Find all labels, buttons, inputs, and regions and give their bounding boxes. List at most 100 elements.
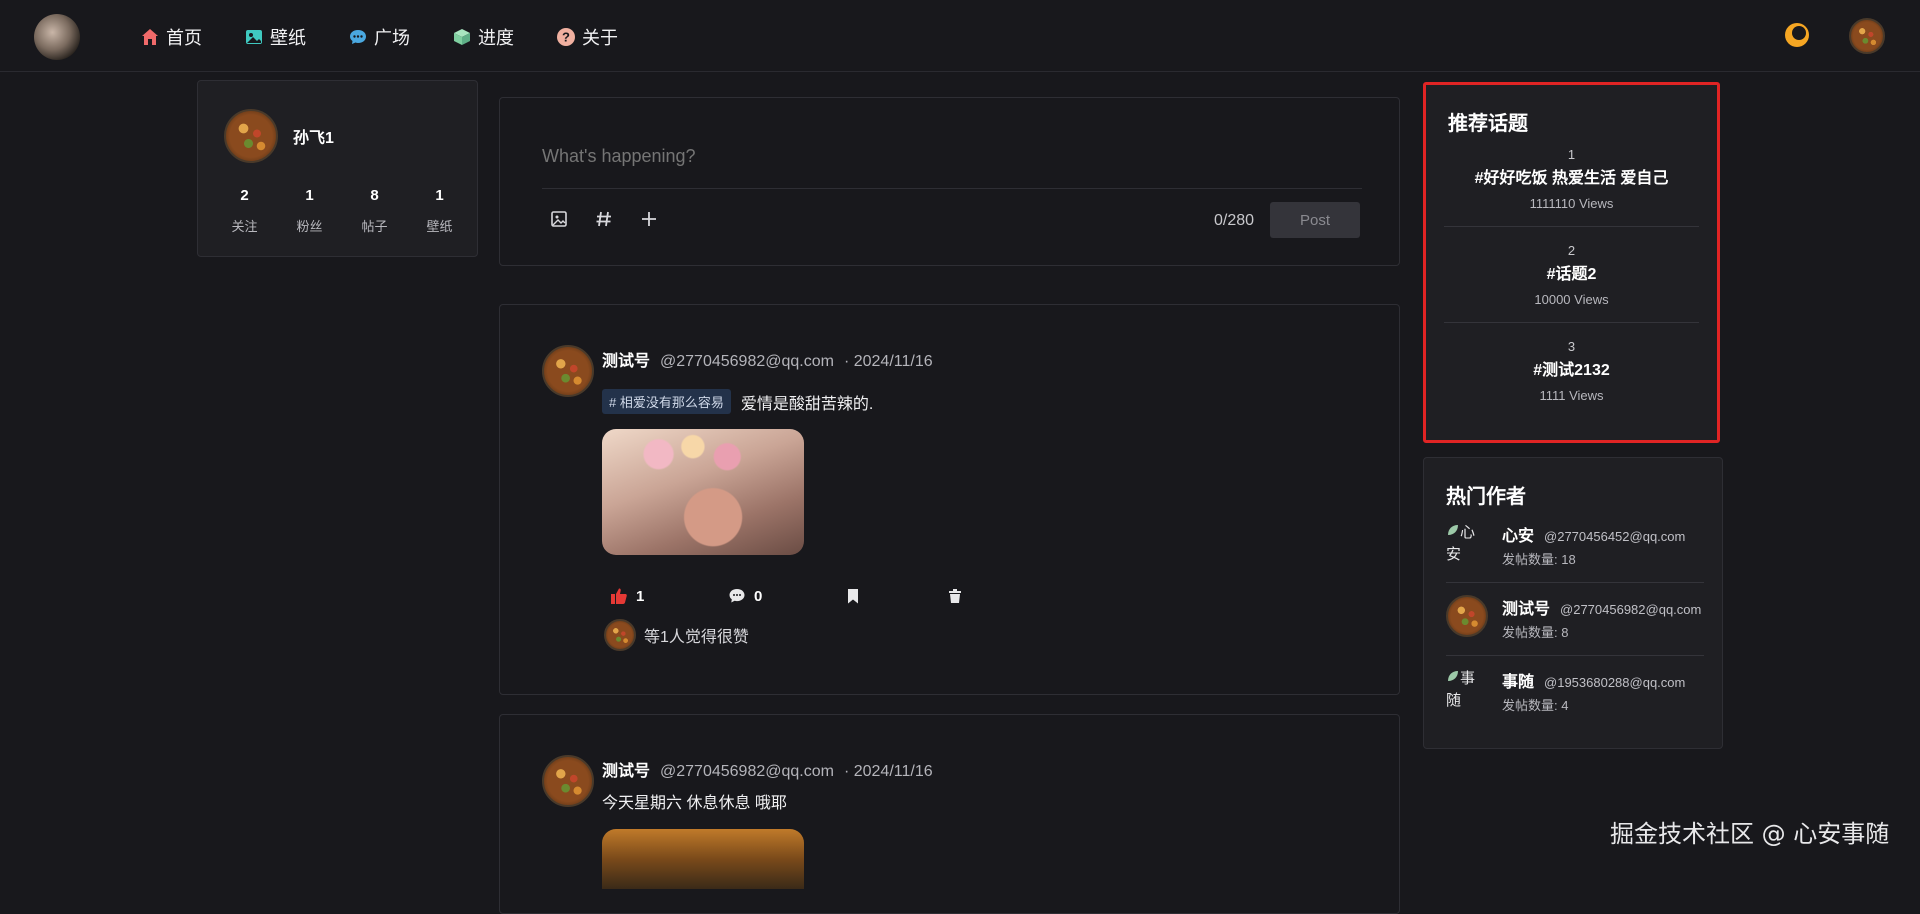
cube-icon [454,29,470,45]
main-nav: 首页 壁纸 广场 进度 ? 关于 [140,22,660,52]
post-author[interactable]: 测试号 [602,347,650,371]
post-text: 今天星期六 休息休息 哦耶 [602,795,787,812]
topic-tag[interactable]: # 相爱没有那么容易 [602,389,731,414]
author-name-text: 心安 [1502,528,1535,545]
card-title: 热门作者 [1446,486,1526,508]
topic-item[interactable]: 3 #测试2132 1111 Views [1444,339,1699,403]
nav-item-wallpaper[interactable]: 壁纸 [244,22,306,52]
trash-icon [949,589,961,603]
divider [1444,226,1699,227]
topic-name: #话题2 [1546,266,1597,283]
nav-item-label: 进度 [478,28,514,48]
card-title: 推荐话题 [1448,113,1528,135]
post-text: 爱情是酸甜苦辣的. [740,395,874,413]
broken-image-icon [1448,671,1458,681]
likers-row: 等1人觉得很赞 [604,619,749,651]
image-upload-icon[interactable] [548,208,570,230]
compose-input[interactable] [542,146,1356,167]
post-handle: @2770456982@qq.com [660,763,834,780]
stat-posts[interactable]: 8 帖子 [342,187,407,235]
profile-stats: 2 关注 1 粉丝 8 帖子 1 壁纸 [198,187,479,235]
author-item[interactable]: 心安 心安 @2770456452@qq.com 发帖数量: 18 [1446,522,1706,576]
plus-icon[interactable] [638,208,660,230]
author-name-text: 测试号 [1502,601,1551,618]
topic-item[interactable]: 1 #好好吃饭 热爱生活 爱自己 1111110 Views [1444,147,1699,211]
like-count: 1 [636,587,645,605]
author-name: 心安 @2770456452@qq.com [1502,522,1685,546]
feed-post: 测试号 @2770456982@qq.com · 2024/11/16 今天星期… [499,714,1400,914]
thumbs-up-icon [611,588,627,604]
stat-value: 1 [435,187,444,204]
nav-item-about[interactable]: ? 关于 [556,22,618,52]
avatar[interactable] [604,619,636,651]
site-logo[interactable] [34,14,80,60]
comment-button[interactable]: 0 [728,587,844,605]
post-date: · 2024/11/16 [843,763,933,780]
topic-rank: 3 [1567,339,1576,354]
char-counter: 0/280 [1214,212,1255,229]
avatar[interactable] [542,755,594,807]
topic-item[interactable]: 2 #话题2 10000 Views [1444,243,1699,307]
topic-rank: 2 [1567,243,1576,258]
author-name-text: 事随 [1502,674,1535,691]
broken-avatar-image: 事随 [1446,668,1486,712]
profile-card: 孙飞1 2 关注 1 粉丝 8 帖子 1 壁纸 [197,80,478,257]
user-avatar[interactable] [1849,18,1885,54]
comment-icon [729,589,745,603]
divider [1446,655,1704,656]
stat-following[interactable]: 2 关注 [212,187,277,235]
topic-name: #测试2132 [1533,362,1610,379]
nav-item-square[interactable]: 广场 [348,22,410,52]
nav-item-progress[interactable]: 进度 [452,22,514,52]
author-post-count: 发帖数量: 18 [1502,552,1576,567]
stat-value: 1 [305,187,314,204]
post-composer: 0/280 Post [499,97,1400,266]
broken-avatar-image: 心安 [1446,522,1486,566]
broken-image-icon [1448,525,1458,535]
watermark: 掘金技术社区 @ 心安事随 [1610,820,1890,848]
avatar [1446,595,1488,637]
divider [542,188,1362,189]
author-name: 事随 @1953680288@qq.com [1502,668,1685,692]
topic-views: 1111110 Views [1529,196,1614,211]
author-post-count: 发帖数量: 8 [1502,625,1569,640]
popular-authors-card: 热门作者 心安 心安 @2770456452@qq.com 发帖数量: 18 测试… [1423,457,1723,749]
post-image[interactable] [602,829,804,889]
image-icon [246,30,262,44]
bookmark-button[interactable] [844,587,946,605]
post-header: 测试号 @2770456982@qq.com · 2024/11/16 [602,347,933,371]
profile-name[interactable]: 孙飞1 [293,124,334,148]
bookmark-icon [848,589,858,604]
nav-item-label: 关于 [582,28,618,48]
recommended-topics-card: 推荐话题 1 #好好吃饭 热爱生活 爱自己 1111110 Views 2 #话… [1423,82,1720,443]
question-icon: ? [557,28,575,46]
home-icon [142,29,158,45]
post-author[interactable]: 测试号 [602,757,650,781]
topic-views: 10000 Views [1534,292,1609,307]
author-item[interactable]: 事随 事随 @1953680288@qq.com 发帖数量: 4 [1446,668,1706,722]
like-button[interactable]: 1 [610,587,728,605]
nav-item-label: 首页 [166,28,202,48]
stat-wallpapers[interactable]: 1 壁纸 [407,187,472,235]
avatar[interactable] [224,109,278,163]
topic-name: #好好吃饭 热爱生活 爱自己 [1474,170,1669,187]
post-actions: 1 0 [610,587,964,605]
author-post-count: 发帖数量: 4 [1502,698,1569,713]
author-email: @1953680288@qq.com [1544,675,1686,690]
nav-item-label: 壁纸 [270,28,306,48]
delete-button[interactable] [946,587,964,605]
post-image[interactable] [602,429,804,555]
author-item[interactable]: 测试号 @2770456982@qq.com 发帖数量: 8 [1446,595,1706,649]
nav-item-home[interactable]: 首页 [140,22,202,52]
stat-followers[interactable]: 1 粉丝 [277,187,342,235]
avatar[interactable] [542,345,594,397]
topic-rank: 1 [1567,147,1576,162]
divider [1446,582,1704,583]
hashtag-icon[interactable] [593,208,615,230]
stat-label: 壁纸 [426,219,453,234]
post-date: · 2024/11/16 [843,353,933,370]
post-content: 今天星期六 休息休息 哦耶 [602,789,787,813]
post-button[interactable]: Post [1270,202,1360,238]
comment-count: 0 [754,587,763,605]
moon-icon[interactable] [1784,22,1810,48]
